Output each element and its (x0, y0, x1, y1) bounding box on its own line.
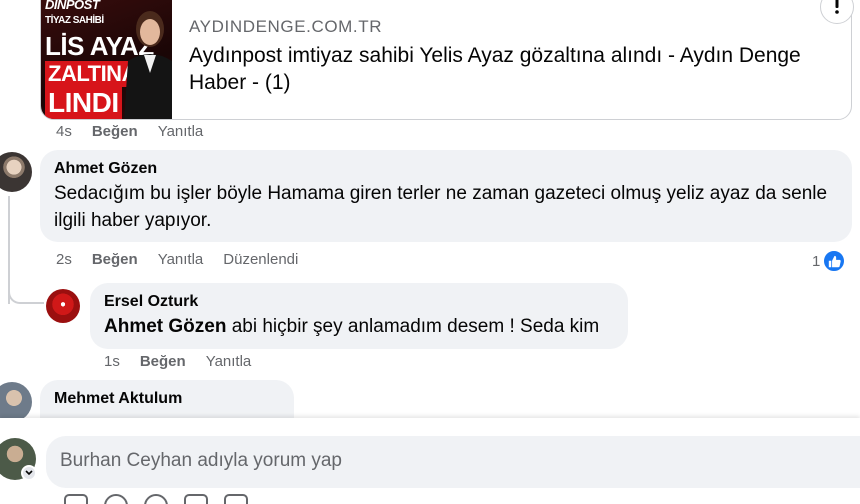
like-icon (822, 249, 847, 273)
edited-label[interactable]: Düzenlendi (223, 251, 298, 268)
exclamation-glyph (835, 0, 839, 14)
thread-branch (8, 276, 44, 304)
comment-text: abi hiçbir şey anlamadım desem ! Seda ki… (226, 316, 600, 337)
link-preview-card[interactable]: DINPOST TİYAZ SAHİBİ LİS AYAZ ZALTINA LI… (40, 0, 852, 120)
mention-link[interactable]: Ahmet Gözen (104, 316, 226, 337)
comment-text-container: Ahmet Gözen abi hiçbir şey anlamadım des… (104, 313, 614, 340)
comment-actions: 1s Beğen Yanıtla (104, 353, 251, 370)
reaction-summary[interactable]: 1 (812, 249, 847, 273)
post-actions: 4s Beğen Yanıtla (56, 123, 203, 140)
timestamp[interactable]: 1s (104, 353, 120, 370)
reply-button[interactable]: Yanıtla (158, 123, 204, 140)
like-button[interactable]: Beğen (92, 251, 138, 268)
link-thumbnail[interactable]: DINPOST TİYAZ SAHİBİ LİS AYAZ ZALTINA LI… (41, 0, 172, 119)
avatar-sticker-icon[interactable] (224, 494, 248, 504)
thumbnail-text: DINPOST (45, 0, 100, 12)
reply-button[interactable]: Yanıtla (206, 353, 252, 370)
avatar[interactable] (46, 289, 80, 323)
gif-icon[interactable] (184, 494, 208, 504)
comment-author[interactable]: Ahmet Gözen (54, 160, 838, 178)
thumbnail-text: TİYAZ SAHİBİ (45, 15, 104, 26)
chevron-down-icon[interactable] (21, 465, 37, 481)
thumbnail-text: LINDI (45, 87, 122, 119)
camera-icon[interactable] (144, 494, 168, 504)
comment-bubble: Ahmet Gözen Sedacığım bu işler böyle Ham… (40, 150, 852, 242)
link-title[interactable]: Aydınpost imtiyaz sahibi Yelis Ayaz göza… (189, 42, 829, 96)
avatar[interactable] (0, 382, 32, 422)
like-button[interactable]: Beğen (140, 353, 186, 370)
reply-button[interactable]: Yanıtla (158, 251, 204, 268)
like-button[interactable]: Beğen (92, 123, 138, 140)
comment-author[interactable]: Ersel Ozturk (104, 293, 614, 311)
timestamp[interactable]: 4s (56, 123, 72, 140)
comment-section: DINPOST TİYAZ SAHİBİ LİS AYAZ ZALTINA LI… (0, 0, 860, 504)
emoji-icon[interactable] (104, 494, 128, 504)
thumbnail-person-image (124, 11, 172, 119)
link-site: AYDINDENGE.COM.TR (189, 17, 383, 36)
comment-input[interactable]: Burhan Ceyhan adıyla yorum yap (46, 436, 860, 488)
reaction-count: 1 (812, 252, 821, 270)
comment-author[interactable]: Mehmet Aktulum (54, 390, 280, 408)
avatar[interactable] (0, 152, 32, 192)
comment-text: Sedacığım bu işler böyle Hamama giren te… (54, 183, 828, 231)
timestamp[interactable]: 2s (56, 251, 72, 268)
composer-toolbar (64, 494, 248, 504)
sticker-icon[interactable] (64, 494, 88, 504)
comment-actions: 2s Beğen Yanıtla Düzenlendi (56, 251, 298, 268)
comment-bubble: Ersel Ozturk Ahmet Gözen abi hiçbir şey … (90, 283, 628, 349)
